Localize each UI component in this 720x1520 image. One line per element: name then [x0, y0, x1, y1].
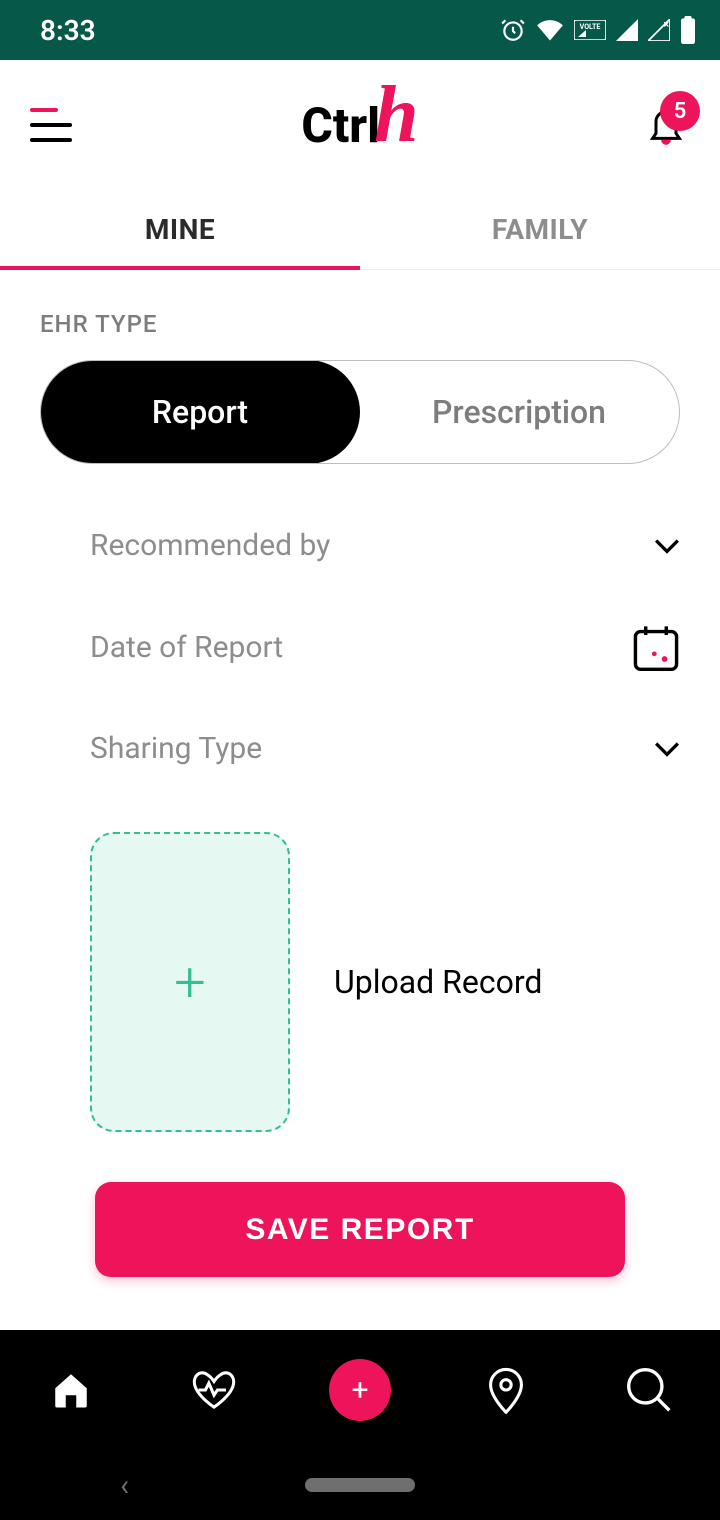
search-icon	[625, 1366, 673, 1414]
status-time: 8:33	[40, 14, 96, 47]
chevron-down-icon	[654, 741, 680, 757]
svg-text:VOLTE: VOLTE	[580, 23, 601, 31]
ehr-type-toggle: Report Prescription	[40, 360, 680, 464]
battery-icon	[680, 16, 696, 44]
android-status-bar: 8:33 VOLTE ×	[0, 0, 720, 60]
app-logo: Ctrl h	[301, 90, 418, 161]
menu-line-icon	[30, 138, 72, 142]
upload-record-row: + Upload Record	[40, 832, 680, 1132]
home-icon	[50, 1369, 92, 1411]
alarm-icon	[500, 17, 526, 43]
nav-handle[interactable]	[305, 1478, 415, 1492]
wifi-icon	[536, 19, 564, 41]
tab-family[interactable]: FAMILY	[360, 190, 720, 269]
menu-line-icon	[30, 108, 58, 112]
recommended-by-label: Recommended by	[90, 528, 330, 563]
sharing-type-label: Sharing Type	[90, 731, 262, 766]
nav-home[interactable]	[43, 1362, 99, 1418]
upload-record-label: Upload Record	[334, 963, 542, 1001]
map-pin-icon	[486, 1366, 526, 1414]
svg-text:×: ×	[663, 19, 669, 31]
plus-icon: +	[174, 949, 206, 1015]
ehr-type-label: EHR TYPE	[40, 310, 680, 338]
upload-record-box[interactable]: +	[90, 832, 290, 1132]
date-of-report-label: Date of Report	[90, 630, 283, 665]
menu-button[interactable]	[30, 108, 74, 142]
heart-pulse-icon	[190, 1369, 238, 1411]
notification-badge: 5	[660, 91, 700, 131]
nav-search[interactable]	[621, 1362, 677, 1418]
signal-2-icon: ×	[648, 19, 670, 41]
status-icons: VOLTE ×	[500, 16, 696, 44]
nav-health[interactable]	[186, 1362, 242, 1418]
android-nav-bar: ‹	[0, 1450, 720, 1520]
segment-report[interactable]: Report	[40, 360, 360, 464]
menu-line-icon	[30, 123, 72, 127]
notifications-button[interactable]: 5	[646, 103, 690, 147]
form-area: EHR TYPE Report Prescription Recommended…	[0, 270, 720, 1330]
recommended-by-dropdown[interactable]: Recommended by	[40, 498, 680, 593]
plus-icon: +	[351, 1373, 368, 1408]
date-of-report-field[interactable]: Date of Report	[40, 593, 680, 701]
nav-location[interactable]	[478, 1362, 534, 1418]
sharing-type-dropdown[interactable]: Sharing Type	[40, 701, 680, 796]
signal-icon	[616, 19, 638, 41]
logo-text: Ctrl	[301, 97, 380, 154]
save-report-button[interactable]: SAVE REPORT	[95, 1182, 625, 1277]
app-header: Ctrl h 5	[0, 60, 720, 190]
tab-mine[interactable]: MINE	[0, 190, 360, 269]
nav-add[interactable]: +	[329, 1359, 391, 1421]
back-icon[interactable]: ‹	[120, 1468, 129, 1503]
owner-tabs: MINE FAMILY	[0, 190, 720, 270]
bottom-navigation: +	[0, 1330, 720, 1450]
logo-script: h	[374, 70, 419, 161]
calendar-icon	[632, 623, 680, 671]
chevron-down-icon	[654, 538, 680, 554]
segment-prescription[interactable]: Prescription	[359, 361, 679, 463]
volte-icon: VOLTE	[574, 20, 606, 40]
